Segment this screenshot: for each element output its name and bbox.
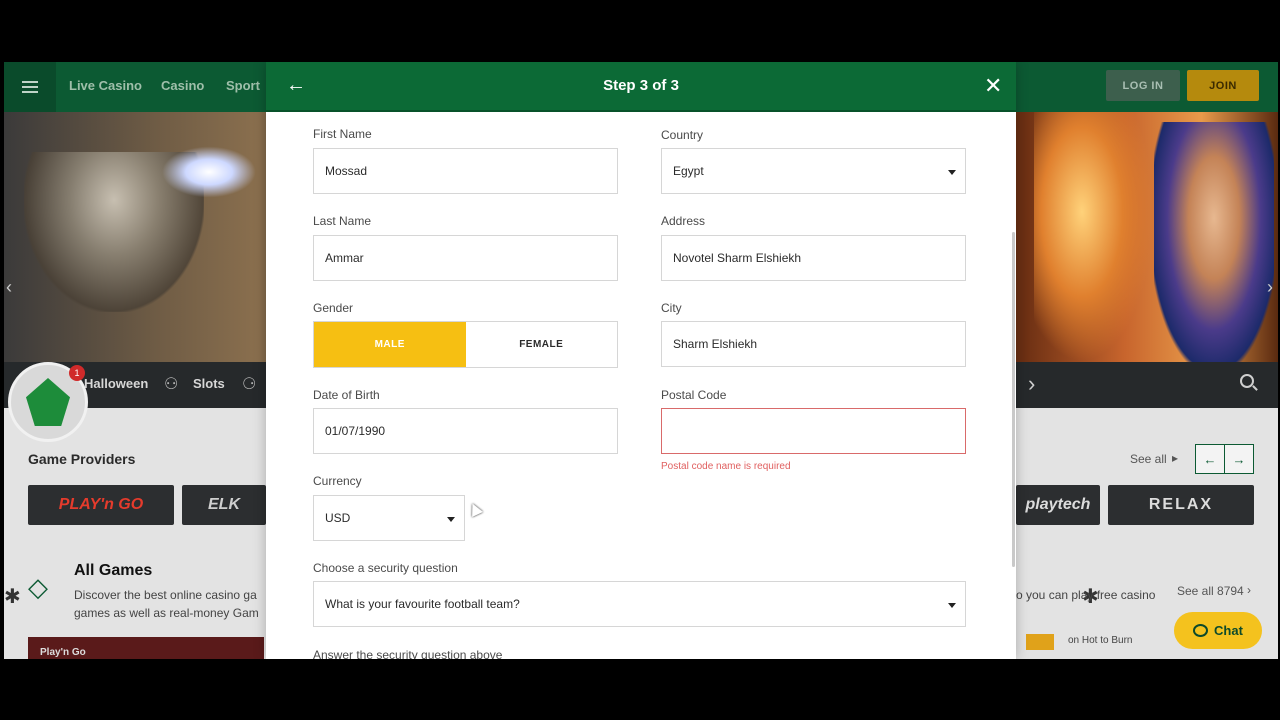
thumbnail-label: Play'n Go <box>40 647 86 658</box>
chevron-right-icon: › <box>1247 583 1251 597</box>
currency-select[interactable]: USD <box>313 495 465 541</box>
gender-label: Gender <box>313 301 354 315</box>
providers-see-all[interactable]: See all <box>1130 452 1167 466</box>
arrow-left-icon[interactable]: ← <box>1195 444 1225 474</box>
city-field[interactable]: Sharm Elshiekh <box>661 321 966 367</box>
all-games-description: Discover the best online casino ga games… <box>74 588 259 620</box>
caret-down-icon <box>948 603 956 608</box>
currency-label: Currency <box>313 474 362 488</box>
banner-cleopatra-art <box>1154 122 1274 362</box>
gender-toggle: MALE FEMALE <box>313 321 618 368</box>
provider-relax[interactable]: RELAX <box>1108 485 1254 525</box>
security-question-select[interactable]: What is your favourite football team? <box>313 581 966 627</box>
city-label: City <box>661 301 682 315</box>
chevron-left-icon[interactable]: ‹ <box>6 277 12 298</box>
country-label: Country <box>661 128 704 142</box>
provider-playtech[interactable]: playtech <box>1016 485 1100 525</box>
chat-bubble-icon <box>1193 624 1209 637</box>
country-select[interactable]: Egypt <box>661 148 966 194</box>
arrow-right-icon[interactable]: → <box>1224 444 1254 474</box>
all-games-description-right: o you can play free casino <box>1016 588 1156 602</box>
login-button[interactable]: LOG IN <box>1106 70 1180 101</box>
all-games-see-all[interactable]: See all 8794 <box>1177 584 1244 598</box>
country-value: Egypt <box>673 164 704 178</box>
gender-male-button[interactable]: MALE <box>314 322 466 367</box>
provider-playngo[interactable]: PLAY'n GO <box>28 485 174 525</box>
casino-site-background: Live Casino Casino Sport LOG IN JOIN ‹ ›… <box>4 62 1278 659</box>
category-slots[interactable]: Slots <box>193 376 225 391</box>
chevron-right-icon[interactable]: › <box>1028 371 1035 397</box>
all-games-title: All Games <box>74 562 153 579</box>
dob-label: Date of Birth <box>313 388 380 402</box>
banner-glow-art <box>1034 112 1154 362</box>
nav-sport[interactable]: Sport <box>226 78 260 93</box>
diamond-icon: ◇ <box>28 572 48 602</box>
avatar[interactable]: 1 <box>8 362 88 442</box>
last-name-label: Last Name <box>313 214 372 228</box>
answer-label: Answer the security question above <box>313 648 503 659</box>
notification-badge: 1 <box>69 365 85 381</box>
security-question-value: What is your favourite football team? <box>325 597 520 611</box>
last-name-field[interactable]: Ammar <box>313 235 618 281</box>
postal-code-label: Postal Code <box>661 388 727 402</box>
search-icon[interactable] <box>1240 374 1254 388</box>
scrollbar[interactable] <box>1012 232 1015 567</box>
spider-icon: ✱ <box>4 586 21 608</box>
first-name-field[interactable]: Mossad <box>313 148 618 194</box>
address-field[interactable]: Novotel Sharm Elshiekh <box>661 235 966 281</box>
category-icon: ⚆ <box>242 376 257 393</box>
postal-code-field[interactable] <box>661 408 966 454</box>
nav-casino[interactable]: Casino <box>161 78 204 93</box>
nav-live-casino[interactable]: Live Casino <box>69 78 142 93</box>
registration-modal: ← Step 3 of 3 ✕ First Name Mossad Countr… <box>266 62 1016 659</box>
close-icon[interactable]: ✕ <box>984 73 1002 99</box>
join-button[interactable]: JOIN <box>1187 70 1259 101</box>
category-halloween[interactable]: Halloween <box>84 376 148 391</box>
menu-icon[interactable] <box>4 62 56 112</box>
currency-value: USD <box>325 511 351 525</box>
first-name-label: First Name <box>313 127 372 141</box>
postal-code-error: Postal code name is required <box>661 461 791 472</box>
chat-button[interactable]: Chat <box>1174 612 1262 649</box>
banner-lightning-art <box>154 142 264 202</box>
caret-down-icon <box>948 170 956 175</box>
hot-game-label: on Hot to Burn <box>1068 635 1133 646</box>
caret-down-icon <box>447 517 455 522</box>
hot-game-icon <box>1026 634 1054 650</box>
address-label: Address <box>661 214 706 228</box>
screen: Live Casino Casino Sport LOG IN JOIN ‹ ›… <box>0 0 1280 720</box>
chevron-right-icon[interactable]: › <box>1267 277 1273 298</box>
modal-header: ← Step 3 of 3 ✕ <box>266 62 1016 112</box>
chat-label: Chat <box>1214 623 1243 638</box>
modal-title: Step 3 of 3 <box>603 77 679 94</box>
caret-right-icon: ▸ <box>1172 451 1179 465</box>
providers-title: Game Providers <box>28 451 136 467</box>
security-question-label: Choose a security question <box>313 561 458 575</box>
gender-female-button[interactable]: FEMALE <box>465 322 617 367</box>
mascot-icon <box>26 378 70 426</box>
cherries-icon: ⚇ <box>164 376 179 393</box>
provider-elk[interactable]: ELK <box>182 485 266 525</box>
dob-field[interactable]: 01/07/1990 <box>313 408 618 454</box>
